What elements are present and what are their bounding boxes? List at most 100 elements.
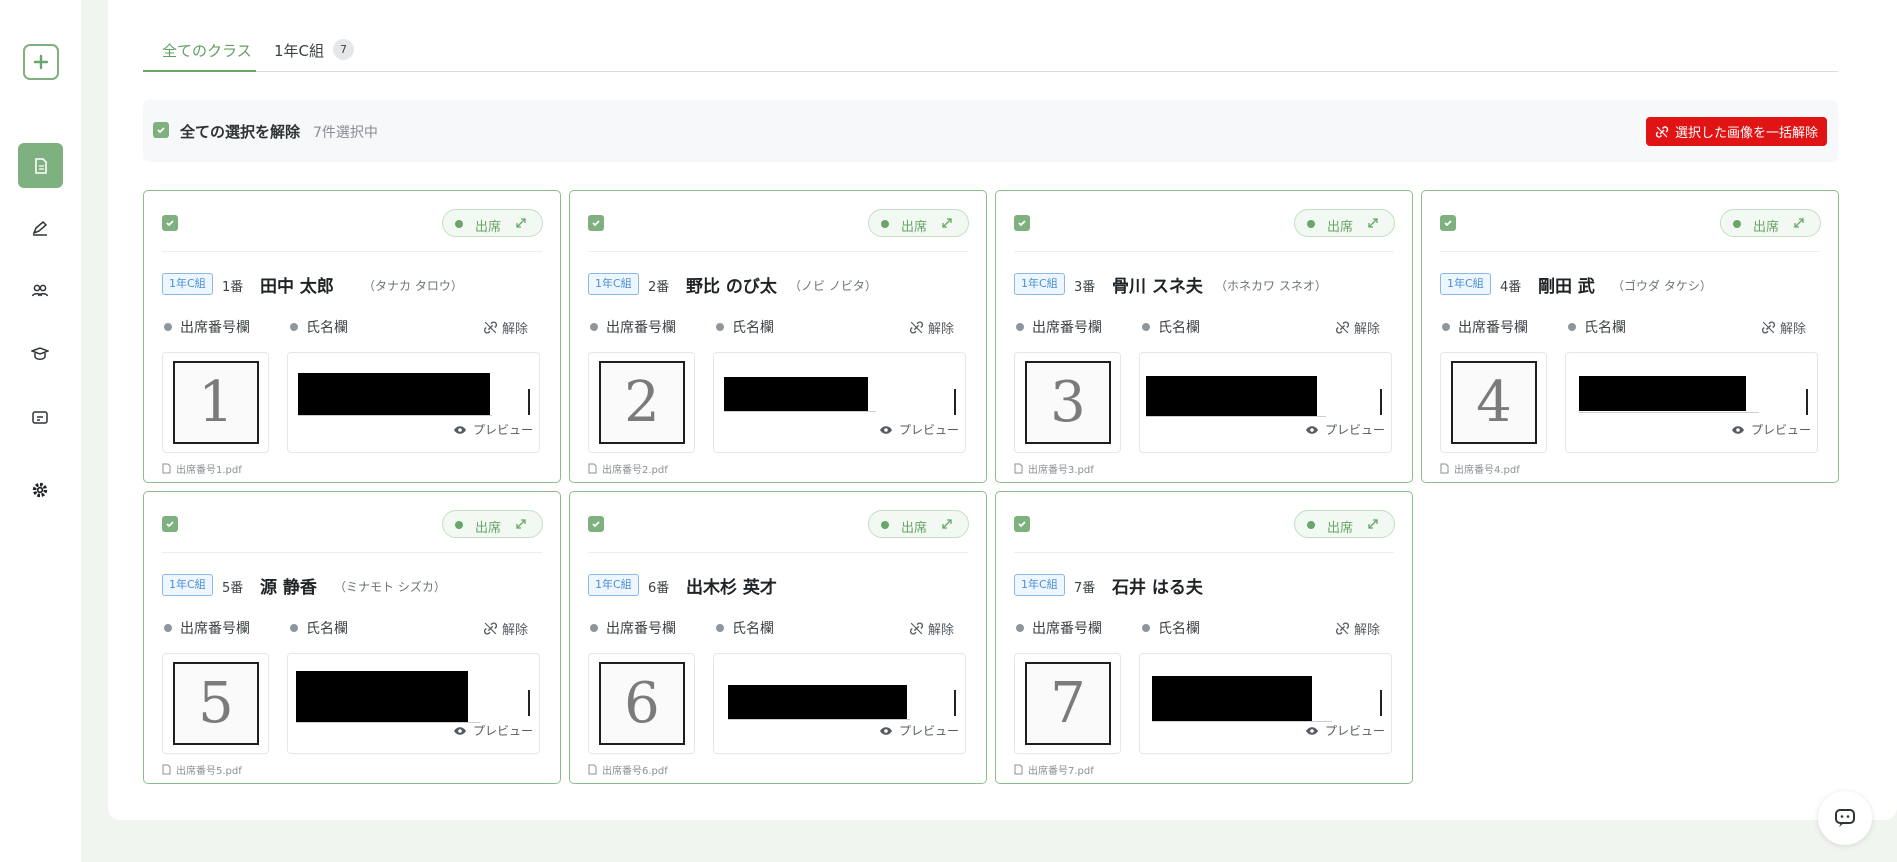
card-checkbox[interactable] bbox=[1440, 215, 1456, 231]
sidebar-item-classroom[interactable] bbox=[22, 400, 58, 436]
file-name: 出席番号7.pdf bbox=[1014, 762, 1094, 777]
seat-number-image[interactable]: 5 bbox=[162, 653, 269, 754]
student-card[interactable]: 出席 1年C組 2番 野比 のび太 （ノビ ノビタ） 出席番号欄 氏名欄 解除 … bbox=[569, 190, 987, 483]
card-checkbox[interactable] bbox=[588, 516, 604, 532]
name-field-image[interactable]: プレビュー bbox=[1139, 653, 1392, 754]
preview-button[interactable]: プレビュー bbox=[879, 722, 959, 739]
card-checkbox[interactable] bbox=[588, 215, 604, 231]
file-name-text: 出席番号2.pdf bbox=[602, 465, 668, 476]
unlink-button[interactable]: 解除 bbox=[909, 318, 954, 337]
unlink-button[interactable]: 解除 bbox=[483, 318, 528, 337]
name-field-image[interactable]: プレビュー bbox=[1565, 352, 1818, 453]
card-checkbox[interactable] bbox=[162, 215, 178, 231]
tab-all-classes[interactable]: 全てのクラス bbox=[162, 40, 252, 61]
seat-number: 1番 bbox=[222, 280, 244, 295]
student-card[interactable]: 出席 1年C組 1番 田中 太郎 （タナカ タロウ） 出席番号欄 氏名欄 解除 … bbox=[143, 190, 561, 483]
divider bbox=[588, 552, 968, 553]
class-badge: 1年C組 bbox=[588, 574, 639, 596]
sidebar-item-documents[interactable] bbox=[18, 143, 63, 188]
student-kana: （ホネカワ スネオ） bbox=[1215, 279, 1327, 293]
class-badge: 1年C組 bbox=[1014, 273, 1065, 295]
unlink-icon bbox=[483, 321, 498, 334]
sidebar-item-grading[interactable] bbox=[22, 210, 58, 246]
sidebar-item-graduation[interactable] bbox=[22, 336, 58, 372]
check-icon bbox=[1444, 220, 1452, 227]
preview-button[interactable]: プレビュー bbox=[879, 421, 959, 438]
name-field-label: 氏名欄 bbox=[1158, 320, 1200, 336]
unlink-button[interactable]: 解除 bbox=[1761, 318, 1806, 337]
seat-number: 7番 bbox=[1074, 581, 1096, 596]
name-field-image[interactable]: プレビュー bbox=[287, 352, 540, 453]
student-card[interactable]: 出席 1年C組 6番 出木杉 英才 出席番号欄 氏名欄 解除 6 プレビュー 出… bbox=[569, 491, 987, 784]
unlink-button[interactable]: 解除 bbox=[1335, 318, 1380, 337]
unlink-icon bbox=[1335, 622, 1350, 635]
attendance-status-toggle[interactable]: 出席 bbox=[1294, 510, 1395, 538]
class-badge: 1年C組 bbox=[162, 574, 213, 596]
field-dot bbox=[1016, 624, 1024, 632]
preview-button[interactable]: プレビュー bbox=[1305, 722, 1385, 739]
preview-button[interactable]: プレビュー bbox=[1305, 421, 1385, 438]
sidebar-item-students[interactable] bbox=[22, 272, 58, 308]
attendance-status-toggle[interactable]: 出席 bbox=[1294, 209, 1395, 237]
seat-number-image[interactable]: 7 bbox=[1014, 653, 1121, 754]
chat-icon bbox=[1835, 809, 1855, 827]
seat-number-image[interactable]: 2 bbox=[588, 352, 695, 453]
add-button[interactable] bbox=[23, 44, 59, 80]
student-name: 骨川 スネ夫 bbox=[1112, 277, 1203, 297]
status-dot bbox=[455, 220, 463, 228]
seat-number-image[interactable]: 6 bbox=[588, 653, 695, 754]
status-dot bbox=[1733, 220, 1741, 228]
file-icon bbox=[1440, 463, 1449, 474]
card-checkbox[interactable] bbox=[1014, 516, 1030, 532]
redacted-name bbox=[298, 373, 490, 415]
status-label: 出席 bbox=[1753, 220, 1780, 235]
card-checkbox[interactable] bbox=[1014, 215, 1030, 231]
seat-field-label: 出席番号欄 bbox=[1458, 320, 1528, 336]
student-card[interactable]: 出席 1年C組 5番 源 静香 （ミナモト シズカ） 出席番号欄 氏名欄 解除 … bbox=[143, 491, 561, 784]
underline bbox=[728, 719, 910, 720]
redacted-name bbox=[296, 671, 468, 722]
attendance-status-toggle[interactable]: 出席 bbox=[442, 510, 543, 538]
card-checkbox[interactable] bbox=[162, 516, 178, 532]
seat-number-image[interactable]: 3 bbox=[1014, 352, 1121, 453]
status-dot bbox=[881, 521, 889, 529]
unlink-button[interactable]: 解除 bbox=[909, 619, 954, 638]
student-card[interactable]: 出席 1年C組 3番 骨川 スネ夫 （ホネカワ スネオ） 出席番号欄 氏名欄 解… bbox=[995, 190, 1413, 483]
seat-number-image[interactable]: 4 bbox=[1440, 352, 1547, 453]
unlink-button[interactable]: 解除 bbox=[483, 619, 528, 638]
tab-1c[interactable]: 1年C組 bbox=[274, 40, 324, 61]
sidebar-item-settings[interactable] bbox=[22, 472, 58, 508]
select-all-checkbox[interactable] bbox=[153, 122, 169, 138]
underline bbox=[1579, 412, 1759, 413]
redacted-name bbox=[1146, 376, 1317, 416]
check-icon bbox=[166, 220, 174, 227]
swap-icon bbox=[1368, 218, 1378, 228]
chat-button[interactable] bbox=[1818, 791, 1872, 845]
unlink-button[interactable]: 解除 bbox=[1335, 619, 1380, 638]
student-card[interactable]: 出席 1年C組 4番 剛田 武 （ゴウダ タケシ） 出席番号欄 氏名欄 解除 4 bbox=[1421, 190, 1839, 483]
name-field-image[interactable]: プレビュー bbox=[713, 653, 966, 754]
status-dot bbox=[455, 521, 463, 529]
student-kana: （タナカ タロウ） bbox=[363, 279, 463, 293]
student-card[interactable]: 出席 1年C組 7番 石井 はる夫 出席番号欄 氏名欄 解除 7 プレビュー 出… bbox=[995, 491, 1413, 784]
preview-button[interactable]: プレビュー bbox=[1731, 421, 1811, 438]
attendance-status-toggle[interactable]: 出席 bbox=[442, 209, 543, 237]
deselect-all-label[interactable]: 全ての選択を解除 bbox=[180, 121, 300, 142]
bulk-unlink-button[interactable]: 選択した画像を一括解除 bbox=[1646, 117, 1827, 146]
preview-button[interactable]: プレビュー bbox=[453, 722, 533, 739]
file-name: 出席番号4.pdf bbox=[1440, 461, 1520, 476]
redacted-name bbox=[1152, 676, 1312, 721]
name-field-image[interactable]: プレビュー bbox=[1139, 352, 1392, 453]
eye-icon bbox=[1306, 425, 1318, 434]
student-kana: （ミナモト シズカ） bbox=[334, 580, 446, 594]
attendance-status-toggle[interactable]: 出席 bbox=[868, 510, 969, 538]
seat-number-image[interactable]: 1 bbox=[162, 352, 269, 453]
seat-field-label: 出席番号欄 bbox=[180, 621, 250, 637]
preview-button[interactable]: プレビュー bbox=[453, 421, 533, 438]
attendance-status-toggle[interactable]: 出席 bbox=[868, 209, 969, 237]
seat-field-label: 出席番号欄 bbox=[1032, 621, 1102, 637]
name-field-image[interactable]: プレビュー bbox=[287, 653, 540, 754]
name-field-image[interactable]: プレビュー bbox=[713, 352, 966, 453]
attendance-status-toggle[interactable]: 出席 bbox=[1720, 209, 1821, 237]
seat-field-label: 出席番号欄 bbox=[180, 320, 250, 336]
